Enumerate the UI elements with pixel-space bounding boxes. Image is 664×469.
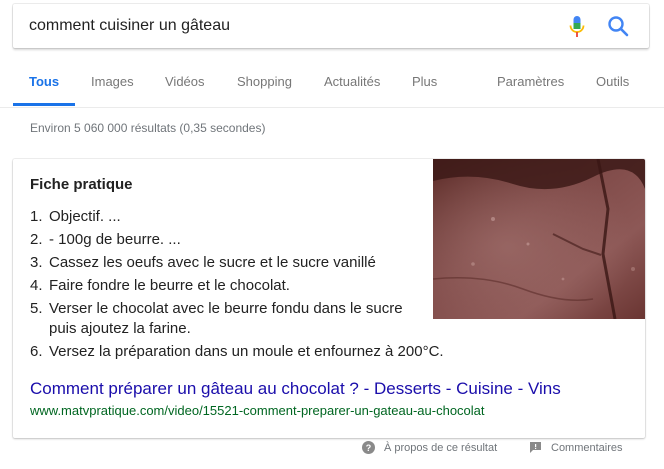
recipe-steps-list: 1. Objectif. ... 2. - 100g de beurre. ..…: [30, 207, 444, 365]
feedback-icon: [530, 442, 541, 453]
step-text: Faire fondre le beurre et le chocolat.: [49, 277, 290, 294]
search-results-page: Tous Images Vidéos Shopping Actualités P…: [0, 0, 664, 469]
step-text: Objectif. ...: [49, 208, 121, 225]
list-item: 1. Objectif. ...: [30, 207, 430, 227]
tab-images[interactable]: Images: [91, 74, 134, 89]
step-text: Versez la préparation dans un moule et e…: [49, 343, 444, 360]
list-item: 5. Verser le chocolat avec le beurre fon…: [30, 299, 430, 339]
step-text: Cassez les oeufs avec le sucre et le suc…: [49, 254, 376, 271]
result-url[interactable]: www.matvpratique.com/video/15521-comment…: [30, 403, 485, 418]
tab-settings[interactable]: Paramètres: [497, 74, 564, 89]
step-text: - 100g de beurre. ...: [49, 231, 181, 248]
about-result-link[interactable]: ? À propos de ce résultat: [362, 441, 497, 454]
active-tab-indicator: [13, 103, 75, 106]
tab-videos[interactable]: Vidéos: [165, 74, 205, 89]
about-result-label: À propos de ce résultat: [384, 441, 498, 454]
step-number: 3.: [30, 254, 43, 271]
search-tabs: Tous Images Vidéos Shopping Actualités P…: [0, 60, 664, 108]
feedback-label: Commentaires: [551, 441, 623, 454]
step-text: Verser le chocolat avec le beurre fondu …: [49, 300, 403, 337]
help-icon: ?: [362, 441, 375, 454]
step-number: 1.: [30, 208, 43, 225]
result-title-link[interactable]: Comment préparer un gâteau au chocolat ?…: [30, 379, 561, 399]
tab-more[interactable]: Plus: [412, 74, 437, 89]
featured-snippet-title: Fiche pratique: [30, 176, 133, 193]
tab-shopping[interactable]: Shopping: [237, 74, 292, 89]
step-number: 6.: [30, 343, 43, 360]
microphone-icon[interactable]: [569, 15, 585, 39]
search-input[interactable]: [29, 4, 529, 48]
step-number: 5.: [30, 300, 43, 317]
list-item: 2. - 100g de beurre. ...: [30, 230, 430, 250]
step-number: 4.: [30, 277, 43, 294]
tab-news[interactable]: Actualités: [324, 74, 380, 89]
step-number: 2.: [30, 231, 43, 248]
search-bar[interactable]: [13, 4, 649, 48]
list-item: 4. Faire fondre le beurre et le chocolat…: [30, 276, 430, 296]
brownie-cake-image[interactable]: [433, 159, 645, 319]
tab-tools[interactable]: Outils: [596, 74, 629, 89]
search-icon[interactable]: [607, 15, 629, 37]
list-item: 6. Versez la préparation dans un moule e…: [30, 342, 444, 362]
svg-text:?: ?: [366, 443, 372, 453]
result-stats: Environ 5 060 000 résultats (0,35 second…: [30, 121, 266, 135]
featured-snippet-card: Fiche pratique 1. Objectif. ... 2. - 100…: [13, 159, 645, 438]
tab-all[interactable]: Tous: [29, 74, 59, 89]
feedback-link[interactable]: Commentaires: [529, 441, 623, 454]
list-item: 3. Cassez les oeufs avec le sucre et le …: [30, 253, 430, 273]
